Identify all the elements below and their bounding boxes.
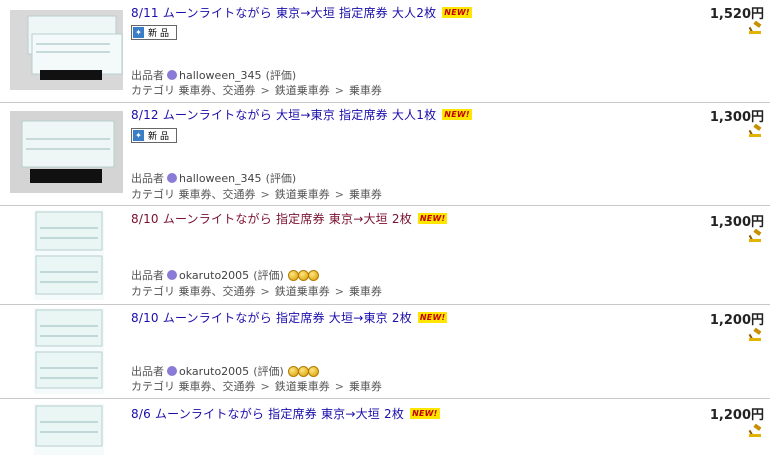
new-badge: NEW! (442, 109, 472, 120)
seller-name[interactable]: halloween_345 (179, 69, 262, 82)
listing-item: 8/12 ムーンライトながら 大垣→東京 指定席券 大人1枚 NEW! 1,300… (0, 102, 770, 206)
listing-price: 1,520円 (709, 7, 764, 22)
new-badge: NEW! (410, 408, 440, 419)
seller-icon (167, 270, 177, 280)
category-breadcrumb: カテゴリ 乗車券、交通券 > 鉄道乗車券 > 乗車券 (131, 378, 382, 394)
seller-name[interactable]: okaruto2005 (179, 365, 249, 378)
rating-medal-icon (287, 365, 319, 377)
breadcrumb-separator: > (260, 380, 270, 393)
condition-label: 新品 (148, 29, 173, 39)
seller-line: 出品者 okaruto2005 (評価) (131, 267, 319, 283)
listing-thumbnail[interactable] (34, 210, 104, 300)
listing-title-text[interactable]: 8/10 ムーンライトながら 指定席券 大垣→東京 2枚 (131, 311, 412, 325)
category-label: カテゴリ (131, 380, 175, 393)
listing-thumbnail[interactable] (34, 308, 104, 394)
listing-title[interactable]: 8/12 ムーンライトながら 大垣→東京 指定席券 大人1枚 NEW! (131, 106, 472, 123)
seller-name[interactable]: okaruto2005 (179, 269, 249, 282)
rating-medal-icon (287, 269, 319, 281)
category-link[interactable]: 乗車券 (349, 84, 382, 97)
seller-label: 出品者 (131, 69, 164, 82)
category-label: カテゴリ (131, 188, 175, 201)
listing-title-text[interactable]: 8/6 ムーンライトながら 指定席券 東京→大垣 2枚 (131, 407, 404, 421)
listing-item: 8/10 ムーンライトながら 指定席券 大垣→東京 2枚 NEW! 1,200円 … (0, 304, 770, 399)
listing-title[interactable]: 8/10 ムーンライトながら 指定席券 東京→大垣 2枚 NEW! (131, 210, 448, 227)
breadcrumb-separator: > (334, 84, 344, 97)
bid-icon[interactable] (748, 424, 762, 437)
category-link[interactable]: 鉄道乗車券 (275, 84, 330, 97)
new-item-icon: ✦ (133, 27, 144, 38)
breadcrumb-separator: > (334, 285, 344, 298)
listing-title-text[interactable]: 8/11 ムーンライトながら 東京→大垣 指定席券 大人2枚 (131, 6, 436, 20)
category-link[interactable]: 乗車券、交通券 (179, 84, 256, 97)
seller-rating[interactable]: (評価) (253, 267, 284, 283)
category-breadcrumb: カテゴリ 乗車券、交通券 > 鉄道乗車券 > 乗車券 (131, 186, 382, 202)
listing-title[interactable]: 8/10 ムーンライトながら 指定席券 大垣→東京 2枚 NEW! (131, 309, 448, 326)
new-badge: NEW! (417, 312, 448, 323)
seller-label: 出品者 (131, 269, 164, 282)
category-link[interactable]: 乗車券、交通券 (179, 380, 256, 393)
listing-thumbnail[interactable] (34, 404, 104, 455)
breadcrumb-separator: > (334, 380, 344, 393)
breadcrumb-separator: > (260, 188, 270, 201)
seller-rating[interactable]: (評価) (266, 170, 297, 186)
listing-title-text[interactable]: 8/10 ムーンライトながら 指定席券 東京→大垣 2枚 (131, 212, 412, 226)
seller-rating[interactable]: (評価) (266, 67, 297, 83)
listing-item: 8/10 ムーンライトながら 指定席券 東京→大垣 2枚 NEW! 1,300円 … (0, 205, 770, 305)
category-link[interactable]: 乗車券、交通券 (179, 188, 256, 201)
new-item-icon: ✦ (133, 130, 144, 141)
breadcrumb-separator: > (260, 285, 270, 298)
listing-title[interactable]: 8/6 ムーンライトながら 指定席券 東京→大垣 2枚 NEW! (131, 405, 440, 422)
listing-thumbnail[interactable] (10, 10, 123, 90)
seller-name[interactable]: halloween_345 (179, 172, 262, 185)
category-label: カテゴリ (131, 285, 175, 298)
seller-rating[interactable]: (評価) (253, 363, 284, 379)
category-link[interactable]: 鉄道乗車券 (275, 188, 330, 201)
listing-price: 1,200円 (709, 408, 764, 423)
new-badge: NEW! (417, 213, 448, 224)
category-breadcrumb: カテゴリ 乗車券、交通券 > 鉄道乗車券 > 乗車券 (131, 283, 382, 299)
seller-icon (167, 70, 177, 80)
category-breadcrumb: カテゴリ 乗車券、交通券 > 鉄道乗車券 > 乗車券 (131, 82, 382, 98)
seller-line: 出品者 halloween_345 (評価) (131, 170, 296, 186)
category-link[interactable]: 乗車券 (349, 285, 382, 298)
seller-icon (167, 366, 177, 376)
seller-line: 出品者 halloween_345 (評価) (131, 67, 296, 83)
condition-label: 新品 (148, 132, 173, 142)
listing-item: 8/6 ムーンライトながら 指定席券 東京→大垣 2枚 NEW! 1,200円 (0, 398, 770, 455)
category-link[interactable]: 鉄道乗車券 (275, 285, 330, 298)
category-label: カテゴリ (131, 84, 175, 97)
listing-thumbnail[interactable] (10, 111, 123, 193)
bid-icon[interactable] (748, 229, 762, 242)
new-badge: NEW! (442, 7, 472, 18)
category-link[interactable]: 鉄道乗車券 (275, 380, 330, 393)
condition-badge: ✦ 新品 (131, 128, 178, 143)
seller-icon (167, 173, 177, 183)
category-link[interactable]: 乗車券 (349, 380, 382, 393)
listing-title[interactable]: 8/11 ムーンライトながら 東京→大垣 指定席券 大人2枚 NEW! (131, 4, 472, 21)
bid-icon[interactable] (748, 21, 762, 34)
category-link[interactable]: 乗車券、交通券 (179, 285, 256, 298)
listing-price: 1,300円 (709, 110, 764, 125)
bid-icon[interactable] (748, 124, 762, 137)
breadcrumb-separator: > (334, 188, 344, 201)
listing-title-text[interactable]: 8/12 ムーンライトながら 大垣→東京 指定席券 大人1枚 (131, 108, 436, 122)
listing-item: 8/11 ムーンライトながら 東京→大垣 指定席券 大人2枚 NEW! 1,520… (0, 0, 770, 103)
listing-price: 1,200円 (709, 313, 764, 328)
seller-label: 出品者 (131, 172, 164, 185)
breadcrumb-separator: > (260, 84, 270, 97)
condition-badge: ✦ 新品 (131, 25, 178, 40)
seller-label: 出品者 (131, 365, 164, 378)
listing-price: 1,300円 (709, 215, 764, 230)
category-link[interactable]: 乗車券 (349, 188, 382, 201)
seller-line: 出品者 okaruto2005 (評価) (131, 363, 319, 379)
bid-icon[interactable] (748, 328, 762, 341)
